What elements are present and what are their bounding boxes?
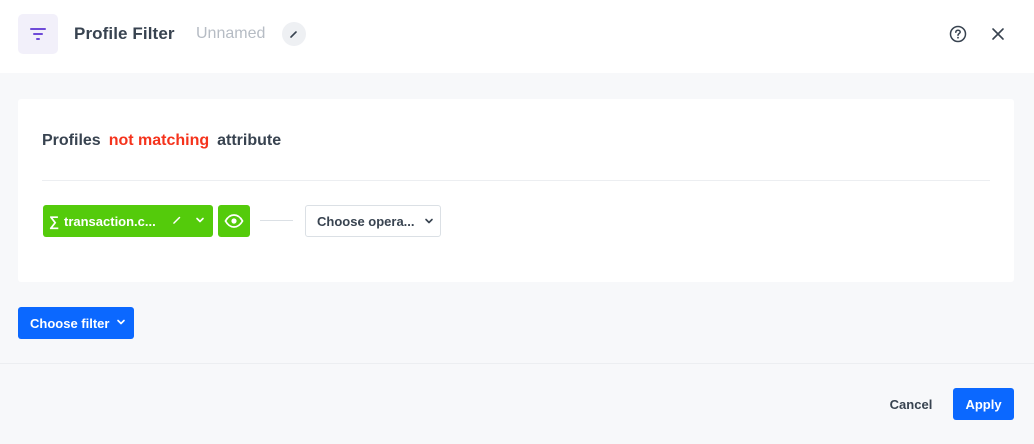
pencil-icon[interactable] xyxy=(171,214,183,226)
chevron-down-icon xyxy=(116,317,126,327)
choose-filter-label: Choose filter xyxy=(30,315,110,331)
chevron-down-icon xyxy=(424,216,434,226)
match-mode-toggle[interactable]: not matching xyxy=(109,132,209,150)
modal-header: Profile Filter Unnamed xyxy=(0,0,1034,73)
apply-button[interactable]: Apply xyxy=(953,388,1014,420)
help-circle-icon xyxy=(949,25,967,43)
condition-prefix: Profiles xyxy=(42,132,101,149)
page-title: Profile Filter xyxy=(74,24,175,43)
condition-suffix: attribute xyxy=(217,132,282,149)
operator-placeholder: Choose opera... xyxy=(317,213,415,229)
choose-filter-button[interactable]: Choose filter xyxy=(18,307,134,339)
filter-condition-card: Profiles not matching attribute ∑ transa… xyxy=(18,99,1014,282)
edit-name-button[interactable] xyxy=(282,22,306,46)
sigma-icon: ∑ xyxy=(49,213,59,229)
condition-sentence: Profiles not matching attribute xyxy=(42,132,281,150)
attribute-selector[interactable]: ∑ transaction.c... xyxy=(43,205,213,237)
chevron-down-icon[interactable] xyxy=(195,215,205,225)
close-button[interactable] xyxy=(988,24,1008,44)
divider xyxy=(42,180,990,181)
footer-divider xyxy=(0,363,1034,364)
attribute-label: transaction.c... xyxy=(63,213,156,229)
cancel-button[interactable]: Cancel xyxy=(878,388,944,420)
eye-icon xyxy=(224,214,244,228)
filter-name: Unnamed xyxy=(196,25,266,42)
help-button[interactable] xyxy=(948,24,968,44)
operator-dropdown[interactable]: Choose opera... xyxy=(305,205,441,237)
close-icon xyxy=(991,27,1005,41)
filter-icon xyxy=(18,14,58,54)
connector-line xyxy=(260,220,293,221)
toggle-visibility-button[interactable] xyxy=(218,205,250,237)
pencil-icon xyxy=(289,29,299,39)
